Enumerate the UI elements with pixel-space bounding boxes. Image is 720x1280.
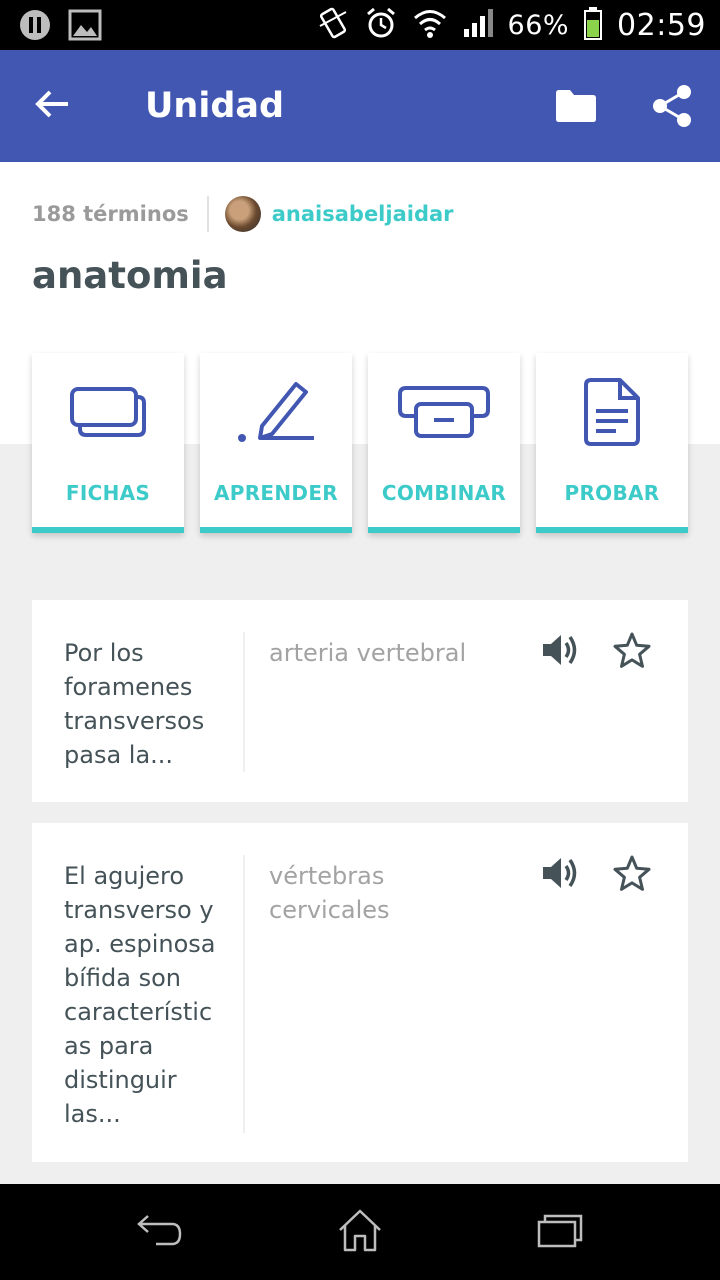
nav-recents-icon (537, 1212, 583, 1252)
signal-icon (462, 7, 494, 43)
term-divider (243, 855, 245, 1133)
learn-pen-icon (234, 378, 318, 450)
mode-label: COMBINAR (381, 481, 507, 505)
mode-fichas-button[interactable]: FICHAS (32, 353, 184, 533)
wifi-icon (412, 6, 448, 44)
add-to-folder-button[interactable] (546, 80, 606, 136)
term-definition: El agujero transverso y ap. espinosa bíf… (64, 862, 216, 1128)
test-document-icon (582, 377, 642, 451)
folder-icon (555, 89, 597, 127)
page-title: Unidad (145, 86, 285, 126)
term-card[interactable]: Por los foramenes transversos pasa la...… (32, 600, 688, 802)
meta-divider (206, 196, 209, 232)
mode-combinar-button[interactable]: COMBINAR (368, 353, 520, 533)
star-button[interactable] (608, 851, 656, 899)
avatar[interactable] (224, 196, 261, 232)
term-word: vértebras cervicales (269, 862, 390, 924)
set-title: anatomia (32, 254, 228, 297)
status-bar: 66% 02:59 (0, 0, 720, 50)
nav-back-button[interactable] (120, 1204, 200, 1260)
term-word: arteria vertebral (269, 639, 467, 667)
study-modes: FICHAS APRENDER COMBINAR PROBAR (32, 353, 688, 533)
clock: 02:59 (617, 7, 706, 43)
speaker-button[interactable] (536, 628, 584, 676)
speaker-icon (541, 631, 579, 673)
app-bar: Unidad (0, 50, 720, 162)
share-icon (652, 84, 692, 132)
mode-label: APRENDER (213, 481, 338, 505)
nav-home-icon (337, 1208, 383, 1256)
mode-aprender-button[interactable]: APRENDER (200, 353, 352, 533)
star-icon (612, 854, 652, 896)
mode-label: PROBAR (564, 481, 660, 505)
nav-back-icon (136, 1210, 184, 1254)
alarm-icon (364, 6, 398, 44)
mode-label: FICHAS (65, 481, 151, 505)
match-icon (398, 386, 490, 442)
back-arrow-icon (34, 88, 70, 124)
star-icon (612, 631, 652, 673)
share-button[interactable] (642, 78, 702, 138)
back-button[interactable] (22, 76, 82, 136)
flashcards-icon (70, 387, 146, 441)
nav-home-button[interactable] (320, 1204, 400, 1260)
nav-recents-button[interactable] (520, 1204, 600, 1260)
system-nav-bar (0, 1184, 720, 1280)
mode-probar-button[interactable]: PROBAR (536, 353, 688, 533)
set-meta: 188 términos anaisabeljaidar (32, 192, 454, 236)
pause-icon (18, 8, 52, 46)
battery-percent: 66% (507, 9, 570, 41)
author-link[interactable]: anaisabeljaidar (272, 202, 454, 226)
term-card[interactable]: El agujero transverso y ap. espinosa bíf… (32, 823, 688, 1162)
speaker-icon (541, 854, 579, 896)
image-icon (68, 8, 102, 46)
speaker-button[interactable] (536, 851, 584, 899)
term-divider (243, 632, 245, 772)
terms-count: 188 términos (32, 202, 189, 226)
term-definition: Por los foramenes transversos pasa la... (64, 639, 205, 769)
star-button[interactable] (608, 628, 656, 676)
vibrate-icon (316, 6, 350, 44)
battery-icon (583, 6, 603, 44)
